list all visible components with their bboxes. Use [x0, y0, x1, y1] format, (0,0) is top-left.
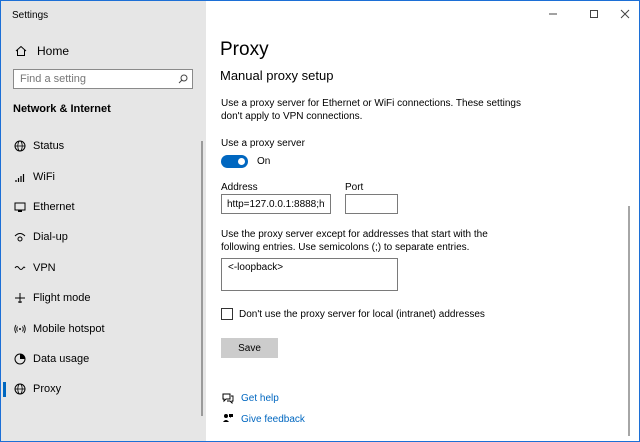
- main-content: Proxy Manual proxy setup Use a proxy ser…: [206, 1, 639, 441]
- sidebar-item-flight-mode[interactable]: Flight mode: [1, 283, 206, 313]
- local-bypass-checkbox[interactable]: [221, 308, 233, 320]
- get-help-link[interactable]: Get help: [221, 391, 279, 405]
- search-box[interactable]: [13, 69, 193, 89]
- wifi-icon: [13, 170, 27, 184]
- window-title: Settings: [12, 10, 49, 21]
- get-help-label[interactable]: Get help: [241, 393, 279, 404]
- sidebar-item-vpn[interactable]: VPN: [1, 253, 206, 283]
- section-subtitle: Manual proxy setup: [220, 68, 334, 83]
- local-bypass-row[interactable]: Don't use the proxy server for local (in…: [221, 308, 485, 320]
- sidebar-item-label: Flight mode: [33, 292, 91, 305]
- globe-icon: [13, 382, 27, 396]
- sidebar-item-label: VPN: [33, 261, 56, 274]
- page-title: Proxy: [220, 39, 269, 60]
- address-label: Address: [221, 182, 258, 193]
- port-input[interactable]: [345, 194, 398, 214]
- save-button[interactable]: Save: [221, 338, 278, 358]
- sidebar-item-ethernet[interactable]: Ethernet: [1, 192, 206, 222]
- sidebar-nav: Status WiFi Ethernet Dial-up VPN Flight …: [1, 131, 206, 405]
- home-icon: [13, 45, 29, 57]
- toggle-knob: [238, 158, 245, 165]
- home-label: Home: [37, 44, 70, 58]
- section-heading: Network & Internet: [13, 103, 111, 115]
- airplane-icon: [13, 291, 27, 305]
- local-bypass-label: Don't use the proxy server for local (in…: [239, 308, 485, 320]
- sidebar-item-proxy[interactable]: Proxy: [1, 374, 206, 404]
- give-feedback-link[interactable]: Give feedback: [221, 412, 305, 426]
- sidebar-item-label: Ethernet: [33, 200, 75, 213]
- search-icon[interactable]: [174, 74, 192, 84]
- feedback-icon: [221, 412, 235, 426]
- settings-window: Settings Home Network & Internet Status: [0, 0, 640, 442]
- ethernet-icon: [13, 200, 27, 214]
- sidebar-scrollbar[interactable]: [201, 141, 203, 416]
- sidebar-item-label: Mobile hotspot: [33, 322, 105, 335]
- sidebar: Settings Home Network & Internet Status: [1, 1, 206, 441]
- exceptions-input[interactable]: <-loopback>: [221, 258, 398, 291]
- hotspot-icon: [13, 322, 27, 336]
- search-input[interactable]: [14, 73, 174, 85]
- sidebar-item-label: Status: [33, 140, 65, 153]
- sidebar-item-label: Dial-up: [33, 231, 68, 244]
- port-label: Port: [345, 182, 364, 193]
- dial-up-icon: [13, 230, 27, 244]
- help-chat-icon: [221, 391, 235, 405]
- toggle-state-label: On: [257, 156, 271, 167]
- exceptions-label: Use the proxy server except for addresse…: [221, 229, 488, 253]
- give-feedback-label[interactable]: Give feedback: [241, 414, 305, 425]
- data-usage-icon: [13, 352, 27, 366]
- sidebar-item-status[interactable]: Status: [1, 131, 206, 161]
- sidebar-item-dial-up[interactable]: Dial-up: [1, 222, 206, 252]
- home-nav-item[interactable]: Home: [13, 43, 69, 59]
- main-scrollbar[interactable]: [628, 206, 630, 436]
- use-proxy-toggle[interactable]: [221, 155, 248, 168]
- vpn-icon: [13, 261, 27, 275]
- sidebar-item-mobile-hotspot[interactable]: Mobile hotspot: [1, 313, 206, 343]
- use-proxy-label: Use a proxy server: [221, 138, 305, 149]
- globe-status-icon: [13, 139, 27, 153]
- sidebar-item-label: Data usage: [33, 352, 90, 365]
- sidebar-item-data-usage[interactable]: Data usage: [1, 344, 206, 374]
- sidebar-item-label: WiFi: [33, 170, 55, 183]
- address-input[interactable]: [221, 194, 331, 214]
- description-text: Use a proxy server for Ethernet or WiFi …: [221, 98, 521, 122]
- sidebar-item-label: Proxy: [33, 383, 62, 396]
- sidebar-item-wifi[interactable]: WiFi: [1, 161, 206, 191]
